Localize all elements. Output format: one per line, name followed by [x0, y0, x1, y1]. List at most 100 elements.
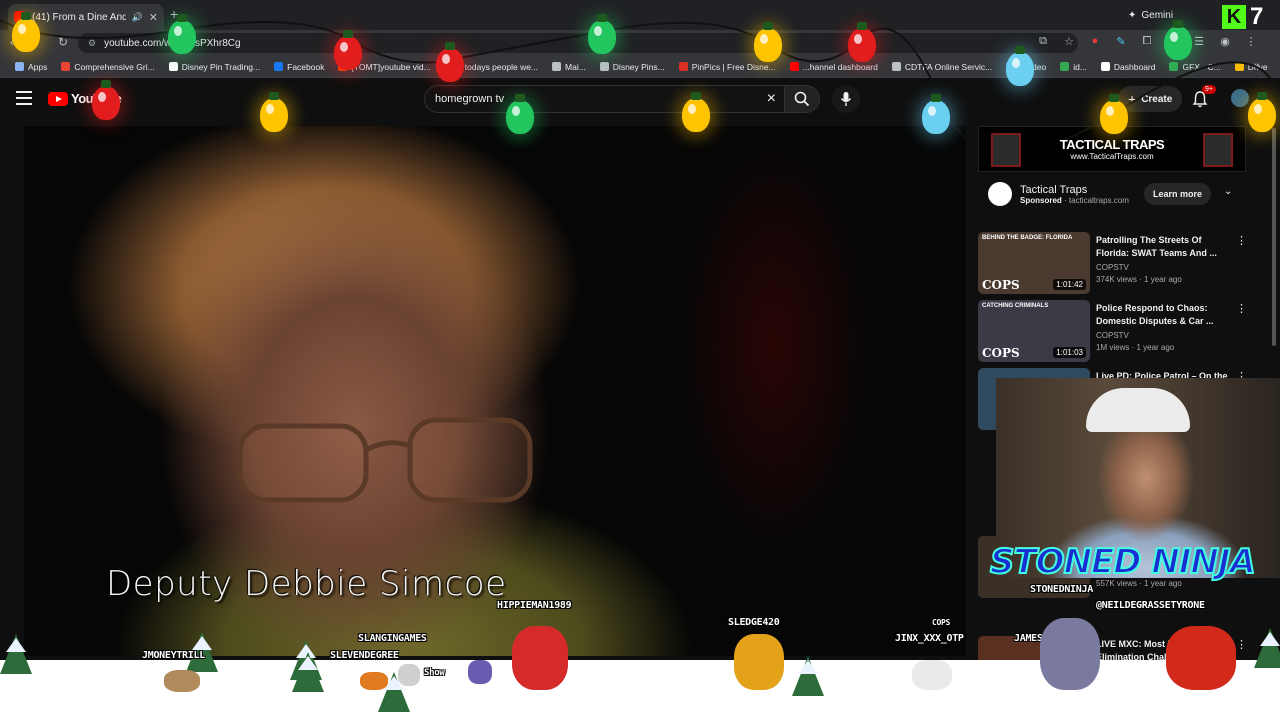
white-cat-sprite [912, 660, 952, 690]
search-input-value: homegrown tv [435, 93, 505, 105]
video-title[interactable]: Police Respond to Chaos: Domestic Disput… [1096, 302, 1236, 328]
notification-count-badge: 9+ [1202, 85, 1216, 94]
notifications-button[interactable]: 9+ [1192, 85, 1216, 113]
video-title[interactable]: Patrolling The Streets Of Florida: SWAT … [1096, 234, 1236, 260]
light-bulb [260, 92, 288, 132]
bookmark-item[interactable]: id... [1053, 56, 1094, 77]
gemini-sparkle-icon: ✦ [1128, 9, 1137, 21]
bookmark-label: [TOMT]youtube vid... [351, 61, 431, 72]
extensions-puzzle-icon[interactable]: ⧠ [1140, 35, 1154, 48]
orange-sprite [360, 672, 388, 690]
kick-logo-overlay: K 7 [1222, 3, 1263, 31]
video-lower-third-caption: Deputy Debbie Simcoe [106, 564, 507, 604]
bookmark-favicon-icon [552, 62, 562, 71]
chat-username: JINX_XXX_OTP [895, 633, 964, 644]
chevron-down-icon[interactable]: ⌄ [1224, 186, 1232, 197]
thumbnail-cops-logo: COPS [982, 346, 1020, 360]
video-player[interactable]: Deputy Debbie Simcoe [24, 126, 966, 656]
bookmark-item[interactable]: Disney Pin Trading... [162, 56, 267, 77]
bookmark-label: PinPics | Free Disne... [691, 61, 776, 72]
bookmark-label: CDTFA Online Servic... [904, 61, 993, 72]
advertiser-logo[interactable] [988, 182, 1012, 206]
video-frame-glasses [237, 417, 533, 503]
light-bulb [168, 14, 196, 54]
ad-title[interactable]: Tactical Traps [1020, 184, 1129, 196]
light-bulb [1100, 94, 1128, 134]
bookmark-item[interactable]: Drive [1228, 56, 1275, 77]
reload-icon[interactable]: ↻ [58, 35, 68, 49]
learn-more-button[interactable]: Learn more [1144, 183, 1212, 205]
site-info-icon[interactable]: ⚙ [88, 38, 96, 49]
ad-text: Tactical Traps Sponsored · tacticaltraps… [1020, 184, 1129, 205]
video-thumbnail[interactable]: CATCHING CRIMINALS COPS 1:01:03 [978, 300, 1090, 362]
reading-list-icon[interactable]: ☰ [1192, 35, 1206, 48]
recommended-video[interactable]: BEHIND THE BADGE: FLORIDA COPS 1:01:42 Patr… [978, 232, 1247, 296]
tab-close-icon[interactable]: ✕ [149, 11, 158, 24]
audio-playing-icon[interactable]: 🔊 [132, 12, 143, 23]
bookmark-favicon-icon [15, 62, 24, 71]
light-bulb [1164, 20, 1192, 60]
bookmark-item[interactable]: CDTFA Online Servic... [885, 56, 999, 77]
sidebar-scrollbar[interactable] [1272, 128, 1276, 346]
search-input[interactable]: homegrown tv × [424, 85, 784, 113]
duration-badge: 1:01:42 [1053, 279, 1086, 290]
more-bookmarks-icon[interactable]: » [1254, 60, 1260, 72]
ad-banner-brand: TACTICAL TRAPS [1059, 137, 1165, 152]
armor-sprite [1040, 618, 1100, 690]
address-bar[interactable]: ⚙ youtube.com/w =HbksPXhr8Cg [78, 33, 1078, 53]
light-bulb [334, 30, 362, 70]
light-bulb [848, 22, 876, 62]
light-bulb [682, 92, 710, 132]
bookmark-star-icon[interactable]: ☆ [1062, 35, 1076, 48]
extension-blue-icon[interactable]: ✎ [1114, 35, 1128, 48]
bookmark-favicon-icon [599, 62, 609, 71]
gemini-button[interactable]: ✦ Gemini [1120, 6, 1181, 24]
light-bulb [922, 94, 950, 134]
channel-name[interactable]: COPSTV [1096, 331, 1236, 340]
kick-number: 7 [1250, 3, 1264, 30]
light-bulb [754, 22, 782, 62]
light-bulb [12, 12, 40, 52]
screen: (41) From a Dine And Dash 🔊 ✕ + ✦ Gemini… [0, 0, 1280, 720]
chat-username: JMONEYTRILL [142, 650, 205, 661]
recommended-video[interactable]: CATCHING CRIMINALS COPS 1:01:03 Police Resp… [978, 300, 1247, 364]
bookmark-favicon-icon [274, 62, 284, 71]
ad-banner-trap-image [991, 133, 1021, 167]
ad-sponsored-label: Sponsored [1020, 195, 1062, 205]
guide-menu-icon[interactable] [16, 91, 32, 105]
chat-username: SLEDGE420 [728, 617, 780, 628]
extension-red-icon[interactable]: ● [1088, 35, 1102, 48]
address-bar-url: youtube.com/w [104, 37, 172, 49]
clear-search-icon[interactable]: × [767, 90, 776, 108]
bookmark-label: ...hannel dashboard [802, 61, 878, 72]
bookmark-item[interactable]: Facebook [267, 56, 331, 77]
bookmark-item[interactable]: Comprehensive Gri... [54, 56, 161, 77]
video-meta: Police Respond to Chaos: Domestic Disput… [1096, 302, 1236, 352]
bookmark-label: Disney Pins... [612, 61, 665, 72]
bookmark-label: Comprehensive Gri... [74, 61, 155, 72]
more-actions-icon[interactable]: ⋮ [1236, 638, 1247, 651]
account-avatar[interactable] [1231, 89, 1249, 107]
browser-menu-icon[interactable]: ⋮ [1244, 35, 1258, 48]
bookmark-item[interactable]: Disney Pins... [593, 56, 672, 77]
bookmark-item[interactable]: Mai... [545, 56, 593, 77]
plus-icon: + [1128, 91, 1137, 107]
streamer-name-overlay: STONED NINJA [989, 541, 1257, 583]
purple-blob-sprite [468, 660, 492, 684]
more-actions-icon[interactable]: ⋮ [1236, 234, 1247, 247]
voice-search-button[interactable] [832, 85, 860, 113]
profile-icon[interactable]: ◉ [1218, 35, 1232, 48]
more-actions-icon[interactable]: ⋮ [1236, 302, 1247, 315]
bookmark-label: Disney Pin Trading... [181, 61, 261, 72]
bookmark-item[interactable]: Dashboard [1094, 56, 1163, 77]
create-button[interactable]: + Create [1118, 86, 1183, 112]
bookmark-label: Mai... [565, 61, 586, 72]
search-button[interactable] [784, 85, 820, 113]
install-app-icon[interactable]: ⧉ [1036, 35, 1050, 48]
bookmark-label: id... [1073, 61, 1087, 72]
bookmarks-bar: Apps Comprehensive Gri... Disney Pin Tradi… [0, 56, 1280, 78]
channel-name[interactable]: COPSTV [1096, 263, 1236, 272]
ad-banner-url: www.TacticalTraps.com [1070, 152, 1154, 161]
bookmark-item[interactable]: Apps [8, 56, 54, 77]
video-thumbnail[interactable]: BEHIND THE BADGE: FLORIDA COPS 1:01:42 [978, 232, 1090, 294]
